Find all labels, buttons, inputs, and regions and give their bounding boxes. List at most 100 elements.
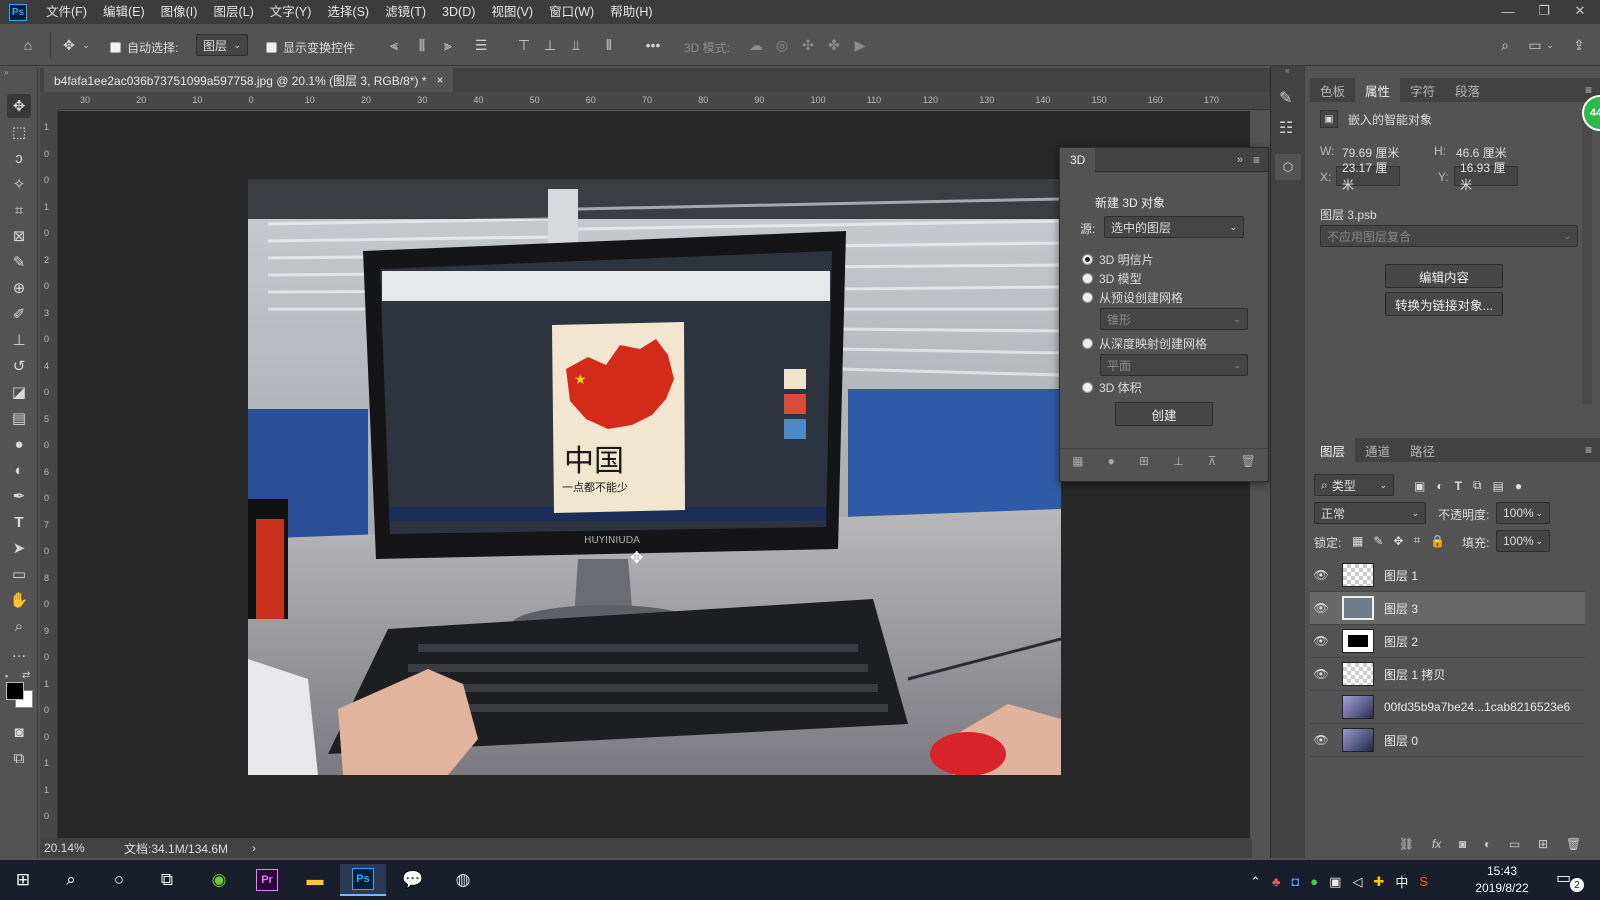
visibility-eye-icon[interactable]: 👁 [1310, 568, 1332, 582]
move-tool-preset-icon[interactable]: ✥ [58, 34, 80, 56]
task-view-icon[interactable]: ⧉ [144, 864, 190, 896]
lock-position-icon[interactable]: ✥ [1393, 534, 1403, 548]
align-top-icon[interactable]: ⊤ [513, 34, 535, 56]
visibility-eye-icon[interactable]: 👁 [1310, 601, 1332, 615]
document-image[interactable]: ★ 中国 一点都不能少 HUYINIUDA [248, 179, 1061, 775]
opacity-field[interactable]: 100% ⌄ [1496, 502, 1550, 524]
restore-icon[interactable]: ❐ [1526, 0, 1562, 22]
align-right-icon[interactable]: ⫸ [437, 34, 459, 56]
create-3d-button[interactable]: 创建 [1115, 402, 1213, 426]
tray-app-icon[interactable]: ✚ [1373, 874, 1384, 890]
more-options-icon[interactable]: ••• [642, 34, 664, 56]
filter-smart-icon[interactable]: ▤ [1493, 479, 1504, 493]
status-expand-icon[interactable]: › [252, 841, 256, 855]
document-tab[interactable]: b4fafa1ee2ac036b73751099a597758.jpg @ 20… [44, 68, 454, 92]
layer-row[interactable]: 👁 图层 1 [1310, 559, 1585, 592]
lock-artboard-icon[interactable]: ⌗ [1413, 533, 1420, 548]
panel-menu-icon[interactable]: ≡ [1585, 443, 1592, 457]
lasso-tool-icon[interactable]: ↄ [7, 146, 31, 170]
menu-3d[interactable]: 3D(D) [434, 0, 483, 24]
postcard-radio[interactable] [1082, 254, 1093, 265]
close-tab-icon[interactable]: × [436, 73, 443, 87]
more-tools-icon[interactable]: … [7, 640, 31, 664]
menu-filter[interactable]: 滤镜(T) [377, 0, 434, 24]
collapse-icon[interactable]: » [4, 68, 8, 77]
convert-to-linked-button[interactable]: 转换为链接对象... [1385, 292, 1503, 316]
source-dropdown[interactable]: 选中的图层 ⌄ [1104, 216, 1244, 238]
cortana-icon[interactable]: ○ [96, 864, 142, 896]
clock[interactable]: 15:43 2019/8/22 [1462, 863, 1542, 897]
path-selection-tool-icon[interactable]: ➤ [7, 536, 31, 560]
show-transform-checkbox[interactable] [266, 42, 277, 53]
menu-select[interactable]: 选择(S) [319, 0, 377, 24]
menu-layer[interactable]: 图层(L) [205, 0, 261, 24]
filter-scene-icon[interactable]: ▦ [1072, 454, 1083, 468]
tray-app-icon[interactable]: ♣ [1272, 874, 1281, 889]
home-icon[interactable]: ⌂ [17, 34, 39, 56]
zoom-level[interactable]: 20.14% [44, 841, 88, 855]
lock-pixels-icon[interactable]: ✎ [1373, 534, 1383, 548]
visibility-hidden-icon[interactable]: · [1310, 700, 1332, 714]
photoshop-icon[interactable]: Ps [340, 864, 386, 896]
panel-menu-icon[interactable]: ≡ [1585, 83, 1592, 97]
tray-expand-icon[interactable]: ⌃ [1250, 874, 1261, 890]
tab-paths[interactable]: 路径 [1400, 438, 1445, 462]
crop-tool-icon[interactable]: ⌗ [7, 198, 31, 222]
menu-file[interactable]: 文件(F) [38, 0, 95, 24]
action-center-icon[interactable]: ▭ [1556, 868, 1571, 888]
tab-properties[interactable]: 属性 [1355, 78, 1401, 102]
filter-shape-icon[interactable]: ⧉ [1473, 478, 1482, 493]
search-icon[interactable]: ⌕ [48, 864, 94, 896]
visibility-eye-icon[interactable]: 👁 [1310, 667, 1332, 681]
new-layer-icon[interactable]: ⊞ [1538, 837, 1548, 851]
dodge-tool-icon[interactable]: ◐ [7, 458, 31, 482]
menu-view[interactable]: 视图(V) [483, 0, 541, 24]
default-colors-icon[interactable]: ▪ [5, 671, 8, 681]
layer-row[interactable]: 👁 图层 3 [1310, 592, 1585, 625]
layer-comp-dropdown[interactable]: 不应用图层复合 ⌄ [1320, 225, 1578, 247]
3d-panel-icon[interactable]: ⬡ [1275, 154, 1301, 180]
visibility-eye-icon[interactable]: 👁 [1310, 733, 1332, 747]
filter-toggle-icon[interactable]: ● [1515, 479, 1522, 493]
tab-channels[interactable]: 通道 [1355, 438, 1400, 462]
add-mask-icon[interactable]: ◙ [1459, 837, 1466, 851]
rectangle-tool-icon[interactable]: ▭ [7, 562, 31, 586]
close-window-icon[interactable]: ✕ [1562, 0, 1598, 22]
menu-edit[interactable]: 编辑(E) [95, 0, 153, 24]
adjustment-layer-icon[interactable]: ◐ [1484, 837, 1491, 851]
ground-icon[interactable]: ⊥ [1173, 454, 1183, 468]
filter-type-icon[interactable]: T [1455, 479, 1462, 493]
eyedropper-tool-icon[interactable]: ✎ [7, 250, 31, 274]
network-icon[interactable]: ▣ [1329, 874, 1341, 890]
volume-icon[interactable]: ◁ [1352, 874, 1362, 890]
tab-swatches[interactable]: 色板 [1310, 78, 1355, 102]
share-icon[interactable]: ⇪ [1568, 34, 1590, 56]
chevron-down-icon[interactable]: ⌄ [1544, 34, 1556, 56]
frame-tool-icon[interactable]: ⊠ [7, 224, 31, 248]
tab-paragraph[interactable]: 段落 [1445, 78, 1490, 102]
tab-character[interactable]: 字符 [1400, 78, 1445, 102]
filter-adjustment-icon[interactable]: ◐ [1436, 479, 1443, 493]
blend-mode-dropdown[interactable]: 正常 ⌄ [1314, 502, 1426, 524]
zoom-tool-icon[interactable]: ⌕ [7, 614, 31, 638]
brush-settings-icon[interactable]: ✎ [1279, 88, 1292, 108]
x-field[interactable]: 23.17 厘米 [1336, 161, 1400, 192]
eraser-tool-icon[interactable]: ◪ [7, 380, 31, 404]
menu-window[interactable]: 窗口(W) [541, 0, 602, 24]
3d-roll-icon[interactable]: ◎ [771, 34, 793, 56]
depth-dropdown[interactable]: 平面 ⌄ [1100, 354, 1248, 376]
adjustments-icon[interactable]: ☷ [1279, 118, 1293, 138]
lock-transparent-icon[interactable]: ▦ [1352, 534, 1363, 548]
gradient-tool-icon[interactable]: ▤ [7, 406, 31, 430]
trash-icon[interactable]: 🗑 [1241, 454, 1256, 468]
align-bottom-icon[interactable]: ⫫ [565, 34, 587, 56]
fx-icon[interactable]: fx [1432, 837, 1441, 851]
layer-row[interactable]: 👁 图层 2 [1310, 625, 1585, 658]
fill-field[interactable]: 100% ⌄ [1496, 530, 1550, 552]
dock-collapse-icon[interactable]: « [1285, 66, 1289, 75]
stamp-tool-icon[interactable]: ⊥ [7, 328, 31, 352]
tray-wechat-icon[interactable]: ● [1310, 874, 1318, 889]
3d-panel-tab[interactable]: 3D [1060, 147, 1096, 172]
minimize-icon[interactable]: — [1490, 0, 1526, 22]
premiere-icon[interactable]: Pr [244, 864, 290, 896]
